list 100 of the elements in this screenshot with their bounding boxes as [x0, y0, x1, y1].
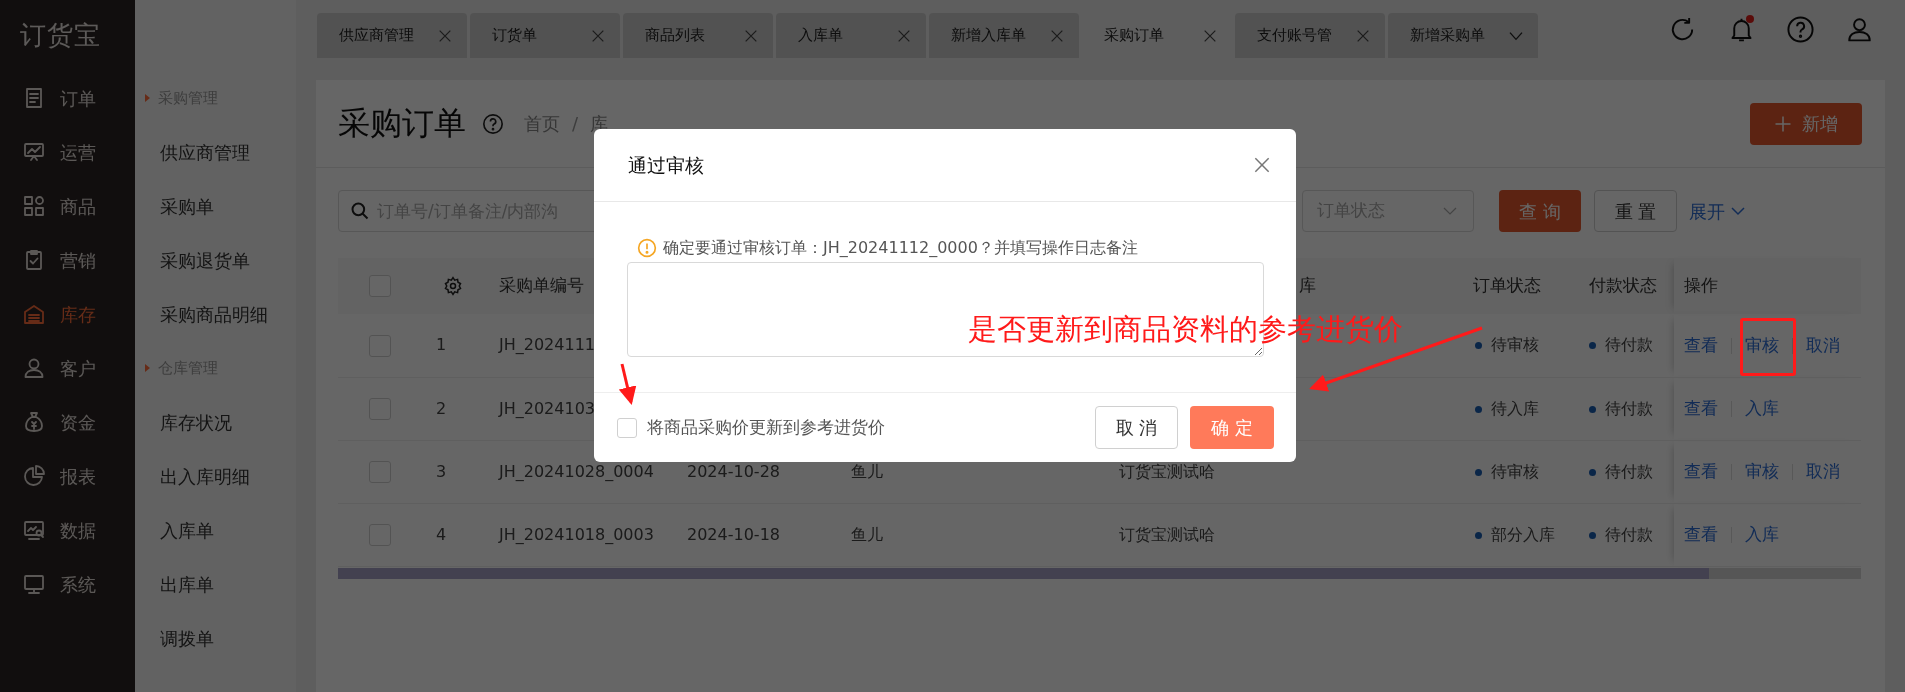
annotation-arrow: [618, 363, 637, 405]
nav-item[interactable]: 系统: [0, 557, 135, 611]
reset-button[interactable]: 重 置: [1594, 190, 1677, 232]
tab[interactable]: 供应商管理: [317, 13, 467, 58]
settings-icon[interactable]: [443, 276, 463, 297]
submenu-item[interactable]: 库存状况: [135, 395, 296, 449]
pie-chart-icon: [22, 464, 46, 488]
column-header: 操作: [1684, 275, 1718, 296]
nav-item[interactable]: 商品: [0, 179, 135, 233]
checkbox-label: 将商品采购价更新到参考进货价: [647, 415, 885, 439]
nav-item[interactable]: 资金: [0, 395, 135, 449]
plus-icon: [1774, 114, 1792, 133]
submenu-item[interactable]: 调拨单: [135, 611, 296, 665]
status-dot: [1589, 342, 1596, 350]
column-header[interactable]: 库: [1299, 275, 1316, 296]
action-link[interactable]: 查看: [1684, 334, 1718, 355]
table-cell: 订货宝测试哈: [1119, 524, 1215, 544]
nav-item[interactable]: 数据: [0, 503, 135, 557]
table-cell: 鱼儿: [851, 524, 883, 544]
grid-icon: [22, 194, 46, 218]
status-dot: [1589, 468, 1596, 476]
submenu-item[interactable]: 供应商管理: [135, 125, 296, 179]
table-cell: 待付款: [1605, 398, 1653, 418]
confirm-button[interactable]: 确 定: [1190, 406, 1274, 449]
submenu-item[interactable]: 出入库明细: [135, 449, 296, 503]
table-cell: 待付款: [1605, 335, 1653, 355]
action-link[interactable]: 取消: [1806, 460, 1840, 481]
monitor-search-icon: [22, 518, 46, 542]
status-dot: [1589, 531, 1596, 539]
table-cell: 待入库: [1491, 398, 1539, 418]
action-link[interactable]: 审核: [1745, 460, 1779, 481]
table-cell: 部分入库: [1491, 524, 1555, 544]
help-icon[interactable]: [482, 112, 504, 135]
tab[interactable]: 支付账号管: [1235, 13, 1385, 58]
add-button[interactable]: 新增: [1750, 102, 1862, 145]
column-header[interactable]: 付款状态: [1589, 275, 1657, 296]
submenu-item[interactable]: 采购退货单: [135, 233, 296, 287]
submenu-item[interactable]: 出库单: [135, 557, 296, 611]
table-cell: 订货宝测试哈: [1119, 461, 1215, 481]
expand-link[interactable]: 展开: [1689, 197, 1747, 225]
nav-item[interactable]: 订单: [0, 71, 135, 125]
tab[interactable]: 订货单: [470, 13, 620, 58]
nav-item[interactable]: 报表: [0, 449, 135, 503]
table-cell: 待审核: [1491, 461, 1539, 481]
caret-icon: [145, 364, 150, 372]
warehouse-icon: [22, 302, 46, 326]
table-cell: 鱼儿: [851, 461, 883, 481]
nav-item[interactable]: 营销: [0, 233, 135, 287]
warning-icon: [637, 238, 657, 258]
table-cell: 2: [436, 398, 447, 418]
page-title: 采购订单: [338, 104, 466, 143]
highlight-frame: [1740, 318, 1796, 376]
table-cell: JH_20241028_0004: [499, 461, 654, 481]
tab[interactable]: 新增采购单: [1388, 13, 1538, 58]
status-dot: [1475, 531, 1482, 539]
app-logo: 订货宝: [19, 19, 102, 52]
table-cell: 3: [436, 461, 447, 481]
chart-board-icon: [22, 140, 46, 164]
action-link[interactable]: 查看: [1684, 397, 1718, 418]
confirm-message: 确定要通过审核订单：JH_20241112_0000？并填写操作日志备注: [663, 237, 1138, 259]
table-cell: 4: [436, 524, 447, 544]
action-link[interactable]: 查看: [1684, 523, 1718, 544]
column-header[interactable]: 订单状态: [1473, 275, 1541, 296]
tab[interactable]: 新增入库单: [929, 13, 1079, 58]
status-dot: [1589, 405, 1596, 413]
tab[interactable]: 商品列表: [623, 13, 773, 58]
cancel-button[interactable]: 取 消: [1095, 406, 1178, 449]
search-icon: [350, 201, 370, 221]
action-link[interactable]: 查看: [1684, 460, 1718, 481]
column-header[interactable]: 采购单编号: [499, 275, 584, 296]
table-cell: 待审核: [1491, 335, 1539, 355]
status-dot: [1475, 468, 1482, 476]
status-dot: [1475, 342, 1482, 350]
table-cell: 2024-10-18: [687, 524, 780, 544]
help-icon[interactable]: [1786, 14, 1815, 44]
checkbox[interactable]: [617, 417, 637, 438]
caret-icon: [145, 94, 150, 102]
table-cell: JH_2024111: [499, 335, 595, 355]
action-link[interactable]: 入库: [1745, 397, 1779, 418]
submenu-item[interactable]: 采购单: [135, 179, 296, 233]
monitor-icon: [22, 572, 46, 596]
action-link[interactable]: 入库: [1745, 523, 1779, 544]
nav-item[interactable]: 运营: [0, 125, 135, 179]
tab[interactable]: 入库单: [776, 13, 926, 58]
query-button[interactable]: 查 询: [1499, 190, 1581, 232]
action-link[interactable]: 审核: [1745, 334, 1779, 355]
user-icon: [22, 356, 46, 380]
action-link[interactable]: 取消: [1806, 334, 1840, 355]
dialog-title: 通过审核: [628, 153, 704, 177]
submenu-item[interactable]: 采购商品明细: [135, 287, 296, 341]
breadcrumb-separator: /: [572, 112, 579, 136]
nav-item[interactable]: 客户: [0, 341, 135, 395]
nav-item[interactable]: 库存: [0, 287, 135, 341]
table-cell: 待付款: [1605, 461, 1653, 481]
status-dot: [1475, 405, 1482, 413]
money-bag-icon: [22, 410, 46, 434]
submenu-item[interactable]: 入库单: [135, 503, 296, 557]
table-cell: 2024-10-28: [687, 461, 780, 481]
table-cell: 待付款: [1605, 524, 1653, 544]
table-cell: 1: [436, 335, 447, 355]
